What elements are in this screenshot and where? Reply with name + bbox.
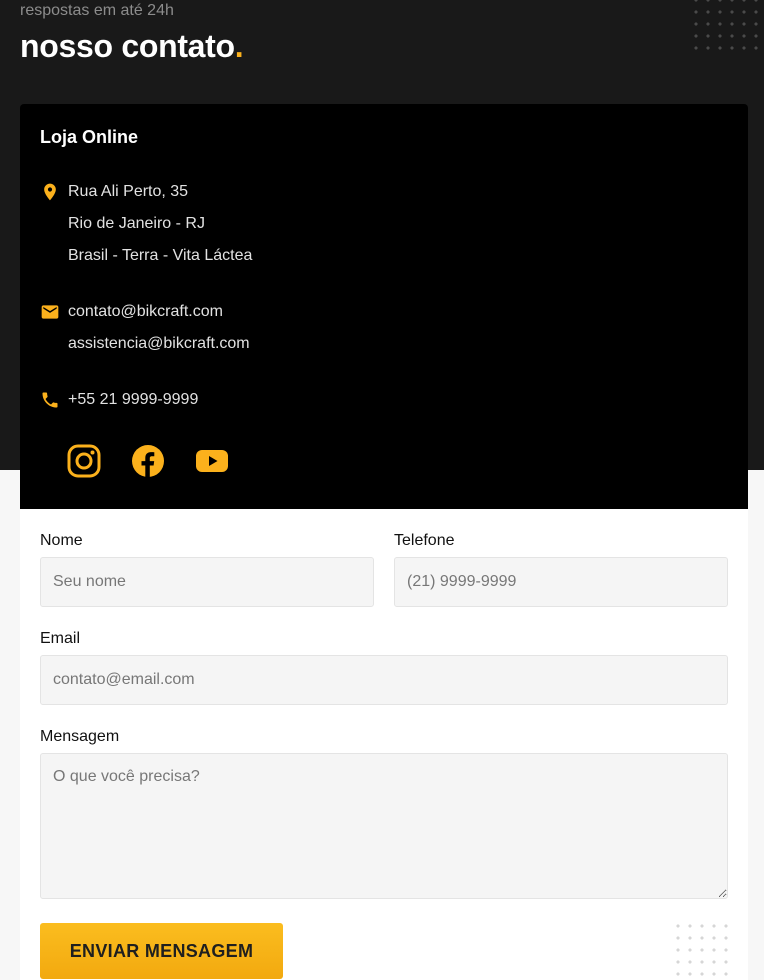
- instagram-icon[interactable]: [67, 444, 101, 478]
- phone-label: Telefone: [394, 532, 455, 549]
- email-link-contato[interactable]: contato@bikcraft.com: [68, 296, 250, 328]
- decorative-dot-grid: [690, 0, 760, 56]
- youtube-icon[interactable]: [195, 444, 229, 478]
- page-title-text: nosso contato: [20, 28, 235, 64]
- phone-link[interactable]: +55 21 9999-9999: [68, 384, 198, 416]
- location-pin-icon: [44, 183, 56, 201]
- message-textarea[interactable]: [40, 753, 728, 899]
- address-line: Rio de Janeiro - RJ: [68, 215, 205, 232]
- phone-icon: [42, 392, 58, 408]
- page-title-accent: .: [234, 28, 244, 64]
- email-link-assistencia[interactable]: assistencia@bikcraft.com: [68, 328, 250, 360]
- name-label: Nome: [40, 532, 83, 549]
- store-heading: Loja Online: [40, 127, 139, 147]
- submit-button[interactable]: ENVIAR MENSAGEM: [40, 923, 283, 979]
- address-line: Rua Ali Perto, 35: [68, 183, 189, 200]
- decorative-dot-grid: [672, 920, 732, 980]
- facebook-icon[interactable]: [131, 444, 165, 478]
- email-input[interactable]: [40, 655, 728, 705]
- message-label: Mensagem: [40, 728, 120, 745]
- address-line: Brasil - Terra - Vita Láctea: [68, 247, 253, 264]
- phone-input[interactable]: [394, 557, 728, 607]
- contact-form: Nome Telefone Email Mensagem ENVIAR MENS…: [20, 509, 748, 980]
- page-title: nosso contato.: [20, 26, 244, 66]
- hero-subtitle: respostas em até 24h: [20, 2, 174, 19]
- contact-info-panel: Loja Online Rua Ali Perto, 35 Rio de Jan…: [20, 104, 748, 509]
- email-label: Email: [40, 630, 81, 647]
- name-input[interactable]: [40, 557, 374, 607]
- envelope-icon: [41, 305, 59, 319]
